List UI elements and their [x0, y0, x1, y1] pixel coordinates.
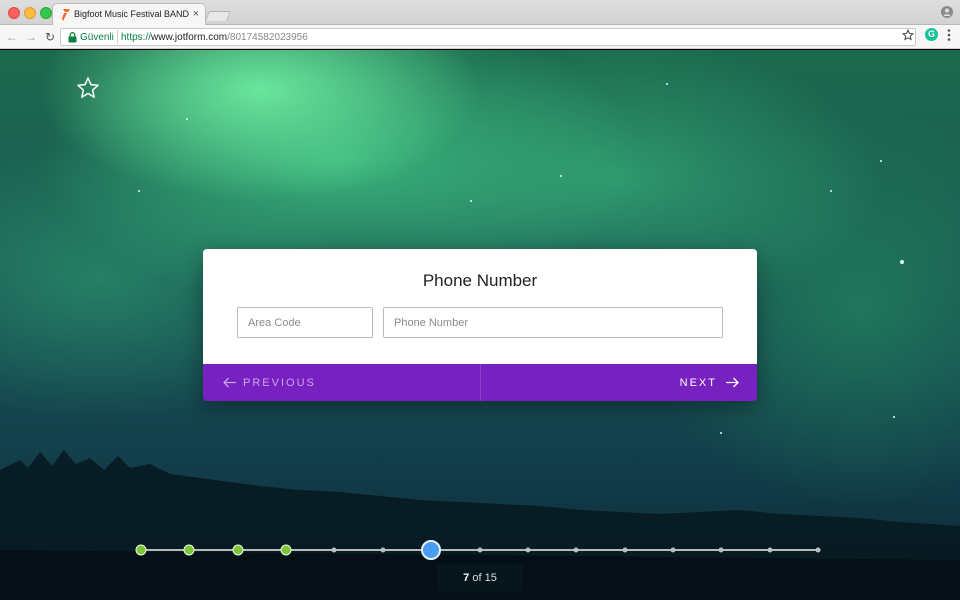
- next-button[interactable]: NEXT: [481, 364, 757, 401]
- progress-step-todo[interactable]: [718, 547, 724, 553]
- progress-step-todo[interactable]: [331, 547, 337, 553]
- address-bar[interactable]: Güvenli https://www.jotform.com/80174582…: [60, 28, 916, 46]
- jotform-favicon-icon: [62, 9, 70, 21]
- previous-label: PREVIOUS: [243, 377, 316, 389]
- browser-toolbar: ← → ↻ Güvenli https://www.jotform.com/80…: [0, 25, 960, 49]
- sky-star: [470, 200, 472, 202]
- sky-star: [830, 190, 832, 192]
- tab-close-icon[interactable]: ×: [193, 7, 199, 21]
- minimize-window-button[interactable]: [24, 7, 36, 19]
- progress-step-todo[interactable]: [815, 547, 821, 553]
- sky-star: [138, 190, 140, 192]
- progress-step-done[interactable]: [183, 544, 195, 556]
- sky-star: [900, 260, 904, 264]
- star-outline-icon[interactable]: [76, 76, 100, 100]
- sky-star: [560, 175, 562, 177]
- progress-step-todo[interactable]: [670, 547, 676, 553]
- previous-button[interactable]: PREVIOUS: [203, 364, 480, 401]
- browser-tab[interactable]: Bigfoot Music Festival BAND A ×: [52, 3, 206, 26]
- new-tab-button[interactable]: [205, 11, 231, 21]
- secure-label: Güvenli: [80, 32, 114, 43]
- browser-tab-bar: Bigfoot Music Festival BAND A ×: [0, 0, 960, 26]
- url-text: https://www.jotform.com/80174582023956: [121, 32, 308, 43]
- progress-step-done[interactable]: [232, 544, 244, 556]
- progress-step-current[interactable]: [421, 540, 442, 560]
- question-body: Phone Number: [203, 249, 757, 364]
- sky-star: [880, 160, 882, 162]
- tab-title: Bigfoot Music Festival BAND A: [74, 9, 190, 19]
- area-code-input[interactable]: [238, 308, 372, 337]
- progress-step-todo[interactable]: [767, 547, 773, 553]
- question-counter: 7 of 15: [437, 564, 523, 592]
- url-host: www.jotform.com: [151, 32, 228, 43]
- next-label: NEXT: [679, 377, 717, 389]
- counter-of-label: of: [472, 572, 482, 584]
- sky-star: [893, 416, 895, 418]
- url-scheme: https://: [121, 32, 152, 43]
- progress-step-done[interactable]: [135, 544, 147, 556]
- form-navigation: PREVIOUS NEXT: [203, 364, 757, 401]
- reload-icon[interactable]: ↻: [43, 30, 57, 44]
- progress-step-todo[interactable]: [573, 547, 579, 553]
- current-question-number: 7: [463, 572, 470, 584]
- arrow-left-icon: [223, 377, 236, 388]
- grammarly-extension-icon[interactable]: G: [925, 28, 938, 41]
- close-window-button[interactable]: [8, 7, 20, 19]
- question-title: Phone Number: [422, 271, 538, 290]
- browser-menu-icon[interactable]: [946, 28, 952, 42]
- bookmark-star-icon[interactable]: [902, 29, 914, 41]
- progress-step-todo[interactable]: [380, 547, 386, 553]
- question-card: Phone Number PREVIOUS NEXT: [203, 249, 757, 401]
- phone-number-field: [383, 307, 723, 338]
- area-code-field: [237, 307, 373, 338]
- url-separator: [117, 30, 118, 44]
- sky-star: [666, 83, 668, 85]
- progress-step-todo[interactable]: [525, 547, 531, 553]
- phone-number-input[interactable]: [384, 308, 722, 337]
- arrow-right-icon: [726, 377, 739, 388]
- progress-step-done[interactable]: [280, 544, 292, 556]
- url-path: /80174582023956: [227, 32, 308, 43]
- progress-step-todo[interactable]: [622, 547, 628, 553]
- total-question-number: 15: [484, 572, 497, 584]
- maximize-window-button[interactable]: [40, 7, 52, 19]
- form-page: Phone Number PREVIOUS NEXT: [0, 50, 960, 600]
- back-icon[interactable]: ←: [5, 30, 19, 44]
- profile-icon[interactable]: [941, 6, 953, 18]
- forward-icon[interactable]: →: [24, 30, 38, 44]
- lock-icon: [68, 32, 77, 43]
- progress-step-todo[interactable]: [477, 547, 482, 553]
- sky-star: [186, 118, 188, 120]
